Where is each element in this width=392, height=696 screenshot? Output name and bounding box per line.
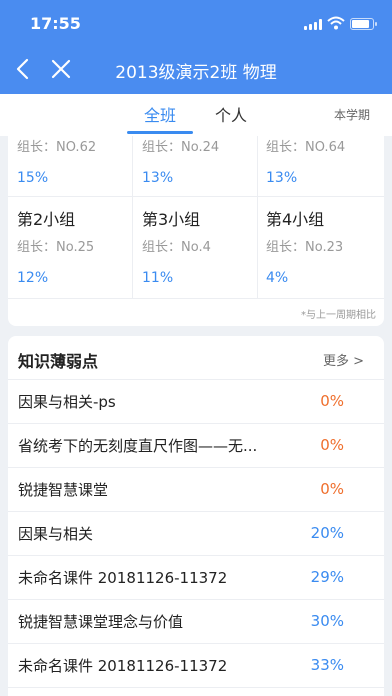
group-leader: 组长：No.24 xyxy=(142,140,220,155)
group-leader: 组长：NO.64 xyxy=(266,140,346,155)
mastery-percent: 0% xyxy=(320,436,344,454)
tab-active-indicator xyxy=(127,131,193,134)
group-leader: 组长：No.23 xyxy=(266,240,344,255)
signal-icon xyxy=(304,19,322,30)
group-percent: 13% xyxy=(142,170,174,186)
group-percent: 13% xyxy=(266,170,298,186)
period-selector[interactable]: 本学期 xyxy=(334,106,370,123)
group-percent: 15% xyxy=(17,170,49,186)
group-name: 第3小组 xyxy=(142,210,201,229)
status-bar: 17:55 xyxy=(0,0,392,44)
list-item[interactable]: 锐捷智慧课堂 0% xyxy=(8,467,384,510)
knowledge-point-name: 锐捷智慧课堂理念与价值 xyxy=(18,613,184,631)
mastery-percent: 33% xyxy=(310,656,344,674)
group-name: 第2小组 xyxy=(17,210,76,229)
list-item[interactable]: 锐捷智慧课堂理念与价值 30% xyxy=(8,599,384,642)
list-item[interactable]: 未命名课件 20181126-11372 29% xyxy=(8,555,384,598)
list-item[interactable]: 未命名课件 20181126-11372 33% xyxy=(8,643,384,686)
knowledge-point-name: 省统考下的无刻度直尺作图——无... xyxy=(18,437,258,455)
knowledge-point-name: 因果与相关 xyxy=(18,525,94,543)
list-item[interactable]: 因果与相关-ps 0% xyxy=(8,379,384,422)
tab-bar: 全班 个人 本学期 xyxy=(0,94,392,136)
group-leader: 组长：No.25 xyxy=(17,240,95,255)
group-percent: 12% xyxy=(17,270,49,286)
mastery-percent: 0% xyxy=(320,480,344,498)
list-item[interactable]: 因果与相关 20% xyxy=(8,511,384,554)
page-title: 2013级演示2班 物理 xyxy=(115,63,277,83)
mastery-percent: 0% xyxy=(320,392,344,410)
knowledge-point-name: 未命名课件 20181126-11372 xyxy=(18,657,228,675)
tab-individual[interactable]: 个人 xyxy=(215,102,247,126)
mastery-percent: 20% xyxy=(310,524,344,542)
mastery-percent: 29% xyxy=(310,568,344,586)
group-leader: 组长：No.4 xyxy=(142,240,211,255)
list-item[interactable]: 省统考下的无刻度直尺作图——无... 0% xyxy=(8,423,384,466)
knowledge-point-name: 锐捷智慧课堂 xyxy=(18,481,109,499)
app-header: 17:55 2013级演示2班 物理 xyxy=(0,0,392,94)
compare-note: *与上一周期相比 xyxy=(301,310,376,321)
group-percent: 4% xyxy=(266,270,289,286)
knowledge-point-name: 未命名课件 20181126-11372 xyxy=(18,569,228,587)
section-title: 知识薄弱点 xyxy=(18,352,99,371)
tab-whole-class[interactable]: 全班 xyxy=(144,102,176,126)
wifi-icon xyxy=(327,16,345,30)
knowledge-point-name: 因果与相关-ps xyxy=(18,393,116,411)
status-time: 17:55 xyxy=(30,14,81,33)
battery-icon xyxy=(350,18,377,30)
group-leader: 组长：NO.62 xyxy=(17,140,97,155)
list-item[interactable]: bc1(1)38% xyxy=(8,687,384,696)
mastery-percent: 30% xyxy=(310,612,344,630)
group-name: 第4小组 xyxy=(266,210,325,229)
group-percent: 11% xyxy=(142,270,174,286)
more-link[interactable]: 更多 > xyxy=(323,350,364,369)
group-ranking-card: 组长：NO.62 15% 组长：No.24 13% 组长：NO.64 13% 第… xyxy=(8,136,384,326)
weak-points-card: 知识薄弱点 更多 > 因果与相关-ps 0% 省统考下的无刻度直尺作图——无... 0… xyxy=(8,336,384,696)
